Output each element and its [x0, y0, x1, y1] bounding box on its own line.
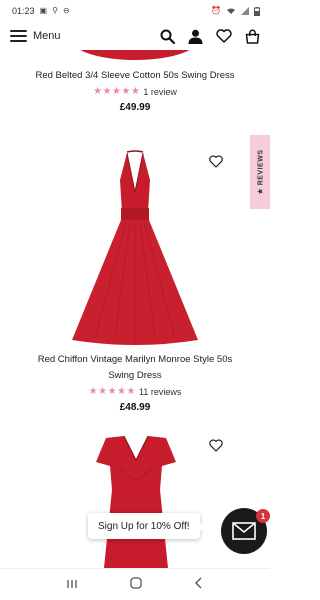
wishlist-heart-icon[interactable] — [209, 439, 223, 452]
review-count[interactable]: 11 reviews — [139, 387, 181, 397]
gallery-icon: ▣ — [39, 6, 48, 15]
header-icons — [160, 29, 260, 44]
status-left: 01:23 ▣ ⚲ ⊖ — [12, 6, 70, 16]
bag-icon[interactable] — [245, 29, 260, 44]
product-card[interactable]: Red Chiffon Vintage Marilyn Monroe Style… — [0, 352, 270, 413]
signal-icon — [241, 7, 249, 15]
envelope-icon — [232, 522, 256, 540]
signup-label: Sign Up for 10% Off! — [98, 520, 190, 532]
site-header: Menu — [0, 22, 270, 50]
home-icon[interactable] — [130, 577, 142, 592]
alarm-icon: ⏰ — [211, 6, 221, 15]
product-name[interactable]: Red Chiffon Vintage Marilyn Monroe Style… — [0, 352, 270, 384]
wifi-icon — [227, 8, 235, 14]
review-count[interactable]: 1 review — [143, 87, 177, 97]
reviews-tab-label: ★ REVIEWS — [257, 149, 265, 195]
system-nav-bar — [0, 568, 270, 600]
reviews-tab[interactable]: ★ REVIEWS — [250, 135, 270, 209]
wishlist-heart-icon[interactable] — [209, 155, 223, 168]
recent-apps-icon[interactable] — [66, 578, 78, 592]
notification-badge: 1 — [256, 509, 270, 523]
product-card[interactable]: Red Belted 3/4 Sleeve Cotton 50s Swing D… — [0, 68, 270, 113]
back-icon[interactable] — [194, 577, 204, 592]
product-name[interactable]: Red Belted 3/4 Sleeve Cotton 50s Swing D… — [0, 68, 270, 84]
battery-icon — [254, 6, 260, 16]
menu-button[interactable]: Menu — [10, 30, 61, 42]
user-icon[interactable] — [188, 29, 203, 44]
search-icon[interactable] — [160, 29, 175, 44]
product-price: £48.99 — [119, 402, 151, 413]
signup-callout[interactable]: Sign Up for 10% Off! — [88, 513, 205, 539]
hamburger-icon — [10, 30, 27, 42]
rating-stars: ★★★★★ — [88, 386, 136, 397]
status-bar: 01:23 ▣ ⚲ ⊖ ⏰ — [0, 0, 270, 22]
dnd-icon: ⊖ — [62, 6, 70, 15]
status-time: 01:23 — [12, 6, 35, 16]
product-price: £49.99 — [119, 102, 151, 113]
product-image[interactable] — [72, 50, 198, 60]
product-rating: ★★★★★ 1 review — [0, 86, 270, 97]
rating-stars: ★★★★★ — [93, 86, 141, 97]
callout-caret — [198, 522, 205, 532]
status-right: ⏰ — [211, 6, 260, 16]
product-list[interactable]: Red Belted 3/4 Sleeve Cotton 50s Swing D… — [0, 50, 270, 568]
dress-image[interactable] — [94, 436, 178, 568]
usb-icon: ⚲ — [52, 6, 58, 15]
dress-image[interactable] — [70, 150, 200, 346]
heart-icon[interactable] — [216, 29, 232, 43]
menu-label: Menu — [33, 30, 61, 42]
product-rating: ★★★★★ 11 reviews — [0, 386, 270, 397]
